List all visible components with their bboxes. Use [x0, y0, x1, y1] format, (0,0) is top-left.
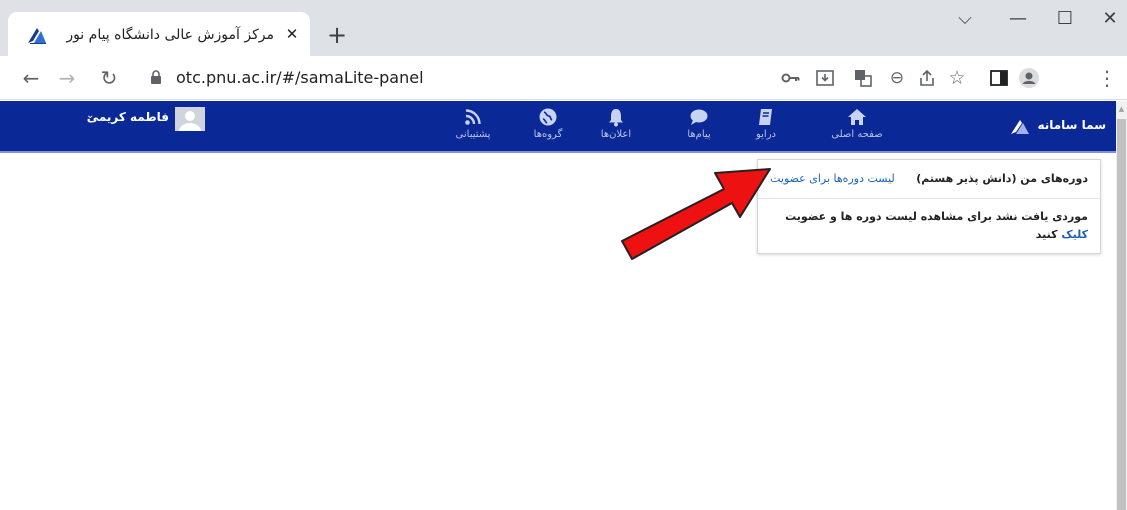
sidepanel-icon[interactable] — [988, 67, 1010, 89]
menu-icon[interactable]: ⋮ — [1096, 67, 1118, 89]
forward-button[interactable]: → — [54, 65, 80, 91]
chat-icon — [690, 109, 708, 125]
avatar-icon — [179, 111, 201, 131]
empty-message: موردی یافت نشد برای مشاهده لیست دوره ها … — [768, 208, 1088, 244]
user-name: فاطمه کریمی — [86, 110, 169, 124]
maximize-button[interactable]: ☐ — [1050, 6, 1080, 32]
address-bar[interactable]: otc.pnu.ac.ir/#/samaLite-panel — [140, 62, 740, 94]
nav-groups[interactable]: گروه‌ها — [518, 107, 578, 149]
close-window-button[interactable]: ✕ — [1095, 6, 1125, 32]
courses-panel: دوره‌های من (دانش پذیر هستم) لیست دوره‌ه… — [757, 159, 1101, 254]
lock-icon — [151, 70, 161, 84]
star-icon[interactable]: ☆ — [946, 67, 968, 89]
nav-home[interactable]: صفحه اصلی — [827, 107, 887, 149]
url-text[interactable]: otc.pnu.ac.ir/#/samaLite-panel — [176, 67, 424, 89]
nav-label: اعلان‌ها — [600, 129, 632, 140]
home-icon — [848, 109, 866, 125]
drive-icon — [759, 109, 772, 125]
scroll-up-icon[interactable]: ▲ — [1117, 103, 1126, 115]
course-list-link[interactable]: لیست دوره‌ها برای عضویت — [770, 172, 895, 185]
red-arrow-annotation — [621, 168, 771, 260]
app-navbar: سما سامانه صفحه اصلی درایو پیام‌ها — [0, 101, 1116, 153]
my-courses-tab[interactable]: دوره‌های من (دانش پذیر هستم) — [916, 172, 1088, 185]
browser-toolbar: ← → ↻ otc.pnu.ac.ir/#/samaLite-panel ⊖ ☆… — [0, 56, 1127, 100]
nav-notifications[interactable]: اعلان‌ها — [586, 107, 646, 149]
scrollbar-thumb[interactable] — [1117, 119, 1126, 510]
tab-search-icon[interactable]: ⌵ — [950, 6, 980, 32]
panel-divider — [758, 198, 1100, 199]
brand-text: سما سامانه — [1037, 118, 1106, 132]
avatar — [175, 107, 205, 131]
nav-label: پیام‌ها — [687, 129, 711, 140]
chevron-down-icon: ⌄ — [86, 110, 95, 121]
click-link[interactable]: کلیک — [1061, 228, 1088, 241]
user-menu[interactable]: فاطمه کریمی ⌄ — [80, 107, 205, 131]
rss-icon — [465, 109, 481, 125]
sama-logo-icon — [1011, 120, 1029, 134]
nav-label: درایو — [755, 129, 776, 140]
new-tab-button[interactable]: + — [324, 22, 350, 48]
profile-icon[interactable] — [1018, 67, 1040, 89]
key-icon[interactable] — [780, 67, 802, 89]
nav-label: گروه‌ها — [533, 129, 563, 140]
brand-logo[interactable]: سما سامانه — [1010, 115, 1106, 141]
nav-support[interactable]: پشتیبانی — [443, 107, 503, 149]
translate-icon[interactable] — [852, 67, 874, 89]
back-button[interactable]: ← — [18, 65, 44, 91]
pnu-logo-icon — [28, 28, 46, 44]
globe-icon — [539, 108, 557, 126]
browser-tab[interactable]: مرکز آموزش عالی دانشگاه پیام نور ✕ — [8, 12, 310, 56]
install-icon[interactable] — [814, 67, 836, 89]
share-icon[interactable] — [916, 67, 938, 89]
nav-messages[interactable]: پیام‌ها — [669, 107, 729, 149]
page-viewport: سما سامانه صفحه اصلی درایو پیام‌ها — [0, 101, 1127, 510]
tab-title: مرکز آموزش عالی دانشگاه پیام نور — [66, 27, 274, 43]
empty-message-suffix: کنید — [1035, 228, 1058, 241]
empty-message-text: موردی یافت نشد برای مشاهده لیست دوره ها … — [785, 210, 1088, 223]
reload-button[interactable]: ↻ — [96, 65, 122, 91]
nav-label: پشتیبانی — [455, 129, 491, 140]
tab-close-icon[interactable]: ✕ — [282, 24, 302, 44]
tab-strip: مرکز آموزش عالی دانشگاه پیام نور ✕ + ⌵ —… — [0, 0, 1127, 56]
nav-label: صفحه اصلی — [831, 129, 883, 140]
minimize-button[interactable]: — — [1003, 6, 1033, 32]
panel-header: دوره‌های من (دانش پذیر هستم) لیست دوره‌ه… — [766, 172, 1088, 190]
bell-icon — [609, 109, 623, 127]
nav-drive[interactable]: درایو — [736, 107, 796, 149]
zoom-icon[interactable]: ⊖ — [886, 67, 908, 89]
